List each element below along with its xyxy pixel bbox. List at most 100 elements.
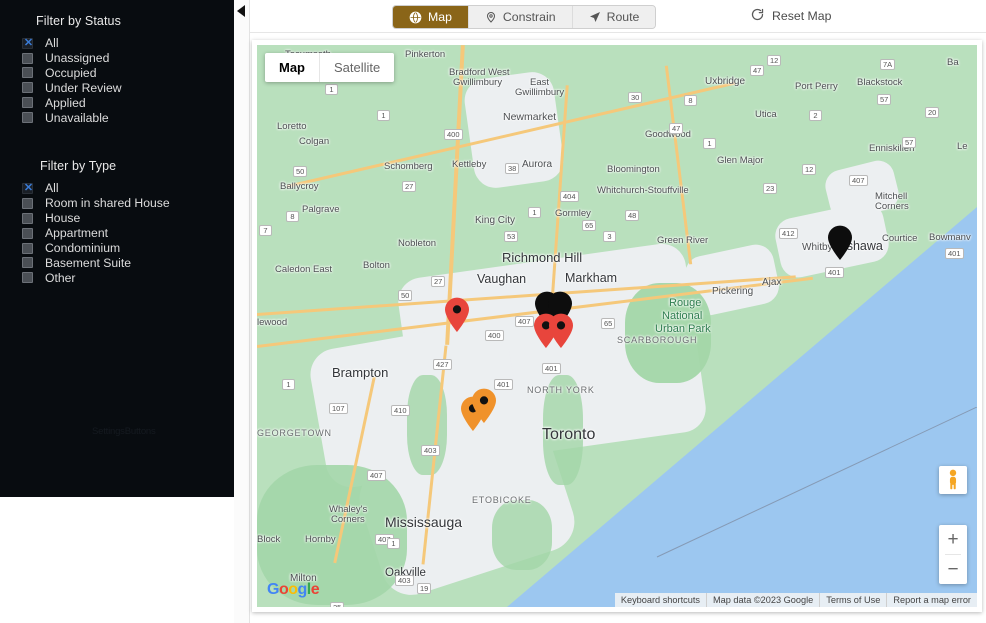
- status-filter-row-applied[interactable]: Applied: [0, 96, 235, 110]
- settings-buttons-label: SettingsButtons: [92, 426, 156, 437]
- type-filter-checkbox-4[interactable]: [22, 242, 33, 254]
- map-label-richmond-hill: Richmond Hill: [502, 250, 583, 265]
- status-filter-checkbox-0[interactable]: [22, 37, 34, 50]
- filter-sidebar: Filter by Status All Unassigned Occupied…: [0, 0, 235, 497]
- route-shield-410: 410: [391, 405, 410, 416]
- reset-map-label: Reset Map: [772, 9, 832, 23]
- map-label-kettleby: Kettleby: [452, 159, 487, 170]
- tab-map[interactable]: Map: [393, 6, 469, 28]
- route-shield-7: 7: [259, 225, 272, 236]
- status-filter-row-unassigned[interactable]: Unassigned: [0, 51, 235, 65]
- status-filter-checkbox-5[interactable]: [22, 112, 33, 124]
- route-shield-407: 407: [849, 175, 868, 186]
- map-attribution-bar: Keyboard shortcuts Map data ©2023 Google…: [614, 593, 977, 607]
- type-filter-checkbox-6[interactable]: [22, 272, 33, 284]
- map-label-lewood: lewood: [257, 317, 288, 328]
- google-logo-letter-3: g: [297, 581, 308, 598]
- attribution-map-data-2023-google[interactable]: Map data ©2023 Google: [706, 593, 819, 607]
- type-filter-checkbox-2[interactable]: [22, 212, 33, 224]
- status-filter-row-all[interactable]: All: [0, 36, 235, 50]
- zoom-in-button[interactable]: +: [939, 525, 967, 554]
- map-zoom-controls: + −: [939, 525, 967, 584]
- route-shield-412: 412: [779, 228, 798, 239]
- type-filter-row-all[interactable]: All: [0, 181, 235, 195]
- route-shield-47: 47: [669, 123, 684, 134]
- map-label-corners: Corners: [331, 514, 365, 525]
- route-shield-27: 27: [402, 181, 417, 192]
- attribution-keyboard-shortcuts[interactable]: Keyboard shortcuts: [615, 593, 706, 607]
- filter-by-status-title: Filter by Status: [36, 14, 121, 28]
- attribution-terms-of-use[interactable]: Terms of Use: [819, 593, 886, 607]
- status-filter-row-under-review[interactable]: Under Review: [0, 81, 235, 95]
- type-filter-label-2: House: [45, 211, 81, 226]
- marker-red-vaughan[interactable]: [444, 297, 470, 338]
- sidebar-collapse-handle[interactable]: [234, 0, 250, 623]
- refresh-icon: [750, 7, 765, 25]
- marker-red-north-york-b[interactable]: [548, 313, 574, 354]
- status-filter-checkbox-2[interactable]: [22, 67, 33, 79]
- route-shield-20: 20: [925, 107, 940, 118]
- map-label-gwillimbury: Gwillimbury: [453, 77, 503, 88]
- status-filter-label-0: All: [45, 36, 59, 51]
- filter-by-type-group: Filter by Type All Room in shared House …: [0, 159, 235, 285]
- route-shield-27: 27: [431, 276, 446, 287]
- route-shield-12: 12: [802, 164, 817, 175]
- map-label-palgrave: Palgrave: [302, 204, 340, 215]
- map-label-brampton: Brampton: [332, 365, 389, 380]
- map-type-satellite[interactable]: Satellite: [319, 53, 394, 82]
- route-shield-400: 400: [485, 330, 504, 341]
- route-shield-401: 401: [945, 248, 964, 259]
- status-filter-row-occupied[interactable]: Occupied: [0, 66, 235, 80]
- route-shield-53: 53: [504, 231, 519, 242]
- map-label-aurora: Aurora: [522, 159, 553, 170]
- route-shield-1: 1: [282, 379, 295, 390]
- map-type-map[interactable]: Map: [265, 53, 319, 82]
- marker-orange-etobicoke-b[interactable]: [471, 388, 497, 429]
- tab-constrain[interactable]: Constrain: [468, 6, 573, 28]
- map-label-utica: Utica: [755, 109, 777, 120]
- google-map-canvas[interactable]: Map Satellite Tecumseth Pinkerton Bradfo…: [257, 45, 977, 607]
- type-filter-checkbox-1[interactable]: [22, 197, 33, 209]
- attribution-report-a-map-error[interactable]: Report a map error: [886, 593, 977, 607]
- status-filter-checkbox-4[interactable]: [22, 97, 33, 109]
- google-logo: Google: [267, 581, 320, 599]
- route-shield-48: 48: [625, 210, 640, 221]
- map-label-nobleton: Nobleton: [398, 238, 437, 249]
- map-label-etobicoke: ETOBICOKE: [472, 495, 532, 505]
- type-filter-row-house[interactable]: House: [0, 211, 235, 225]
- map-label-blackstock: Blackstock: [857, 77, 903, 88]
- status-filter-row-unavailable[interactable]: Unavailable: [0, 110, 235, 125]
- map-label-vaughan: Vaughan: [477, 272, 527, 286]
- type-filter-row-room-in-shared-house[interactable]: Room in shared House: [0, 196, 235, 210]
- international-border-line: [656, 407, 977, 558]
- route-shield-1: 1: [703, 138, 716, 149]
- route-shield-2: 2: [809, 110, 822, 121]
- type-filter-label-4: Condominium: [45, 241, 121, 256]
- route-shield-407: 407: [515, 316, 534, 327]
- google-logo-letter-5: e: [310, 581, 320, 598]
- route-shield-50: 50: [398, 290, 413, 301]
- map-label-north-york: NORTH YORK: [527, 385, 595, 395]
- street-view-pegman-icon[interactable]: [939, 466, 967, 494]
- route-shield-57: 57: [902, 137, 917, 148]
- type-filter-row-other[interactable]: Other: [0, 271, 235, 285]
- google-logo-letter-1: o: [278, 581, 289, 598]
- type-filter-row-appartment[interactable]: Appartment: [0, 226, 235, 240]
- map-label-georgetown: GEORGETOWN: [257, 428, 332, 438]
- google-logo-letter-0: G: [267, 581, 279, 598]
- type-filter-checkbox-0[interactable]: [22, 182, 34, 195]
- status-filter-checkbox-3[interactable]: [22, 82, 33, 94]
- type-filter-row-condominium[interactable]: Condominium: [0, 241, 235, 255]
- status-filter-checkbox-1[interactable]: [22, 52, 33, 64]
- type-filter-checkbox-3[interactable]: [22, 227, 33, 239]
- status-filter-label-2: Occupied: [45, 65, 97, 80]
- type-filter-row-basement-suite[interactable]: Basement Suite: [0, 256, 235, 270]
- marker-black-oshawa[interactable]: [827, 225, 853, 266]
- route-shield-427: 427: [433, 359, 452, 370]
- tab-label-1: Constrain: [502, 10, 556, 24]
- reset-map-button[interactable]: Reset Map: [750, 7, 831, 25]
- tab-route[interactable]: Route: [572, 6, 656, 28]
- map-pin-icon: [485, 10, 497, 24]
- type-filter-checkbox-5[interactable]: [22, 257, 33, 269]
- zoom-out-button[interactable]: −: [939, 555, 967, 584]
